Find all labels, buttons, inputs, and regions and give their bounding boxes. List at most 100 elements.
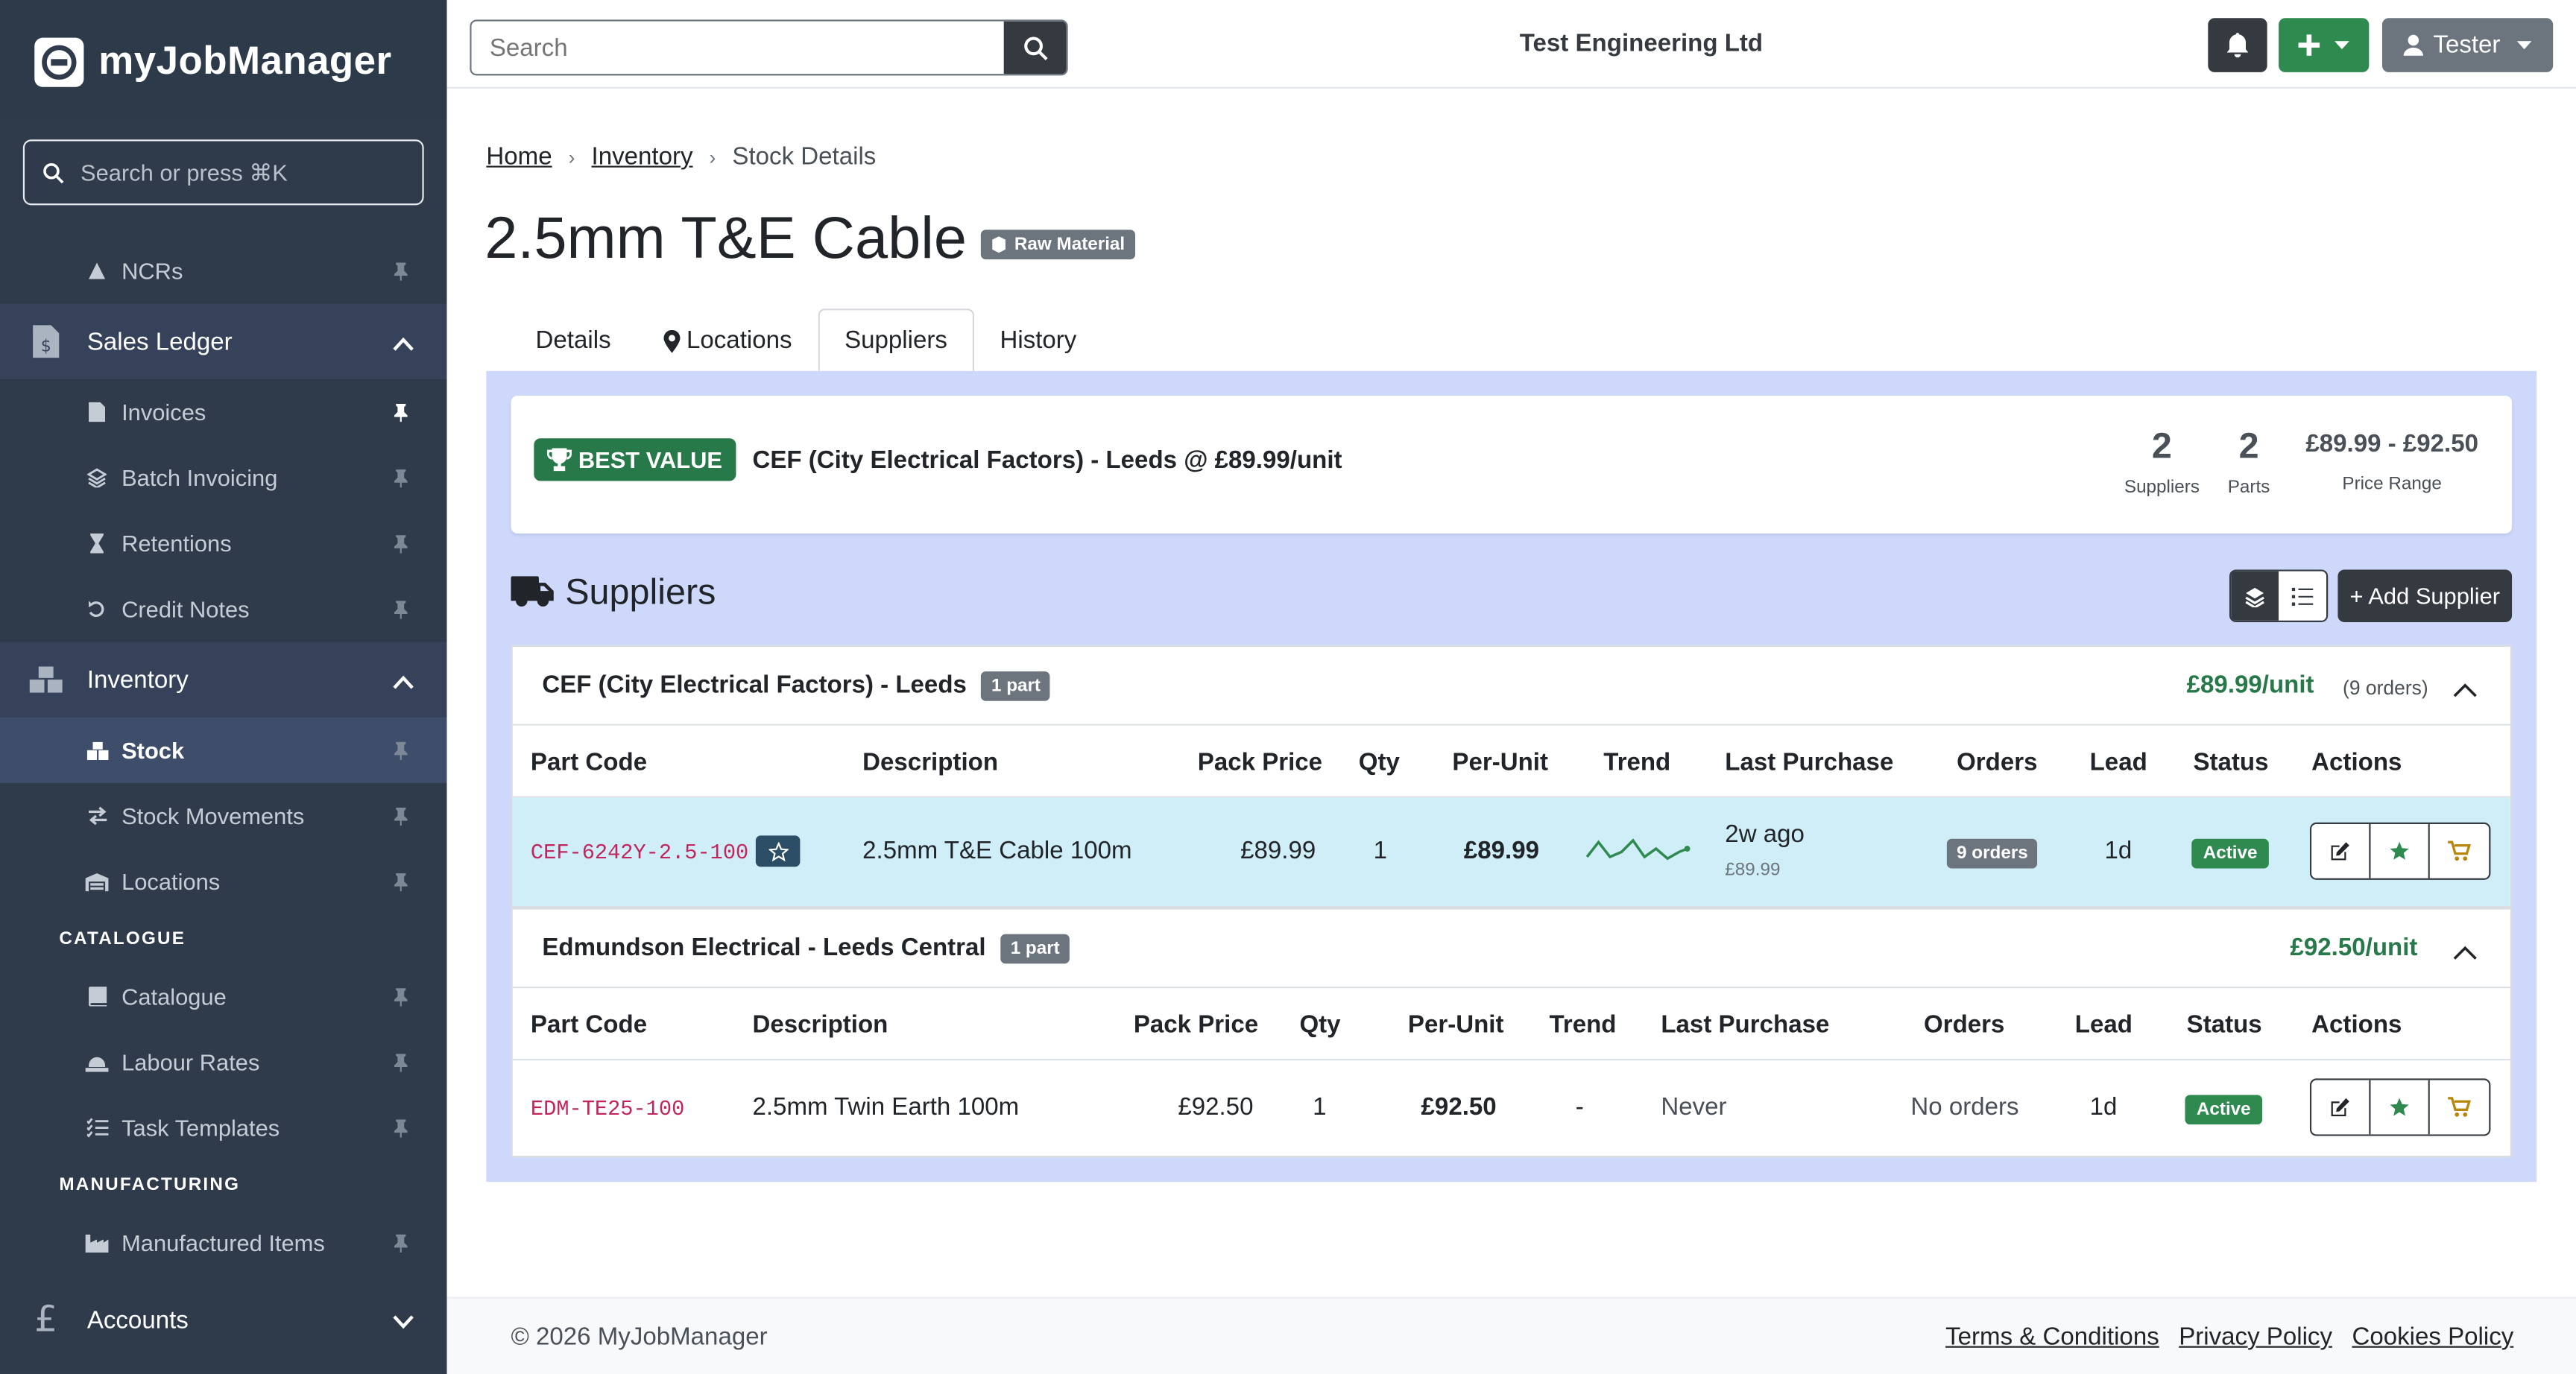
last-purchase-price: £89.99 (1725, 860, 1781, 880)
sidebar-item-label: Task Templates (121, 1114, 280, 1142)
table-row: EDM-TE25-100 2.5mm Twin Earth 100m £92.5… (513, 1060, 2510, 1156)
sidebar-group-accounts[interactable]: £ Accounts (0, 1282, 447, 1358)
tab-suppliers[interactable]: Suppliers (818, 308, 974, 371)
supplier-card: CEF (City Electrical Factors) - Leeds 1 p… (511, 645, 2513, 908)
star-icon (2390, 841, 2409, 860)
pin-icon[interactable] (393, 1051, 409, 1077)
sidebar-item-retentions[interactable]: Retentions (0, 510, 447, 576)
list-view-button[interactable] (2279, 571, 2327, 621)
hard-hat-icon (85, 1053, 109, 1071)
warning-icon (86, 261, 109, 280)
pin-icon[interactable] (393, 259, 409, 285)
pin-icon[interactable] (393, 598, 409, 624)
column-header: Pack Price (1197, 748, 1323, 777)
sidebar-item-manufactured-items[interactable]: Manufactured Items (0, 1210, 447, 1276)
supplier-card-header[interactable]: CEF (City Electrical Factors) - Leeds 1 p… (512, 647, 2510, 726)
order-button[interactable] (2429, 823, 2490, 878)
stat-suppliers-label: Suppliers (2124, 478, 2200, 498)
breadcrumb-home[interactable]: Home (486, 143, 552, 171)
pin-icon[interactable] (393, 738, 409, 764)
sidebar-item-ncrs[interactable]: NCRs (0, 238, 447, 303)
column-header: Qty (1299, 1011, 1341, 1039)
breadcrumb-inventory[interactable]: Inventory (592, 143, 693, 171)
sidebar-item-invoices[interactable]: Invoices (0, 379, 447, 445)
chevron-up-icon[interactable] (2453, 677, 2478, 706)
page-header: 2.5mm T&E Cable Raw Material (484, 203, 1135, 273)
parts-count-badge: 1 part (1000, 934, 1070, 964)
stat-suppliers: 2 Suppliers (2124, 425, 2200, 498)
tab-locations[interactable]: Locations (637, 308, 818, 371)
caret-down-icon (2516, 39, 2532, 48)
global-search-input[interactable] (471, 21, 1004, 75)
pin-icon[interactable] (393, 1116, 409, 1142)
supplier-summary-card: BEST VALUE CEF (City Electrical Factors)… (511, 395, 2513, 534)
sidebar-item-credit-notes[interactable]: Credit Notes (0, 576, 447, 642)
pin-icon[interactable] (393, 870, 409, 896)
sidebar-item-catalogue[interactable]: Catalogue (0, 963, 447, 1029)
sidebar-item-batch-invoicing[interactable]: Batch Invoicing (0, 445, 447, 510)
sidebar-item-label: Stock Movements (121, 802, 305, 829)
quantity: 1 (1313, 1093, 1327, 1121)
sidebar-item-labour-rates[interactable]: Labour Rates (0, 1029, 447, 1095)
sidebar-section-catalogue: CATALOGUE (59, 928, 186, 949)
pin-icon[interactable] (393, 532, 409, 558)
orders-badge[interactable]: 9 orders (1946, 838, 2039, 869)
plus-icon (2298, 34, 2320, 56)
layers-icon (86, 468, 109, 488)
sidebar-item-task-templates[interactable]: Task Templates (0, 1095, 447, 1160)
edit-button[interactable] (2311, 1080, 2371, 1135)
supplier-card: Edmundson Electrical - Leeds Central 1 pa… (511, 908, 2513, 1158)
edit-button[interactable] (2311, 823, 2371, 878)
search-button[interactable] (1003, 21, 1067, 75)
pin-icon[interactable] (393, 466, 409, 493)
cart-icon (2448, 840, 2471, 861)
item-type-label: Raw Material (1014, 235, 1126, 255)
terms-link[interactable]: Terms & Conditions (1945, 1323, 2159, 1351)
svg-text:$: $ (41, 337, 51, 355)
sidebar-item-stock[interactable]: Stock (0, 717, 447, 783)
part-code: EDM-TE25-100 (530, 1096, 685, 1121)
sidebar-item-locations[interactable]: Locations (0, 849, 447, 914)
create-new-button[interactable] (2279, 18, 2370, 72)
stat-parts-label: Parts (2227, 478, 2270, 498)
pin-icon[interactable] (393, 805, 409, 831)
supplier-card-header[interactable]: Edmundson Electrical - Leeds Central 1 pa… (512, 910, 2510, 989)
preferred-star-button[interactable] (755, 835, 801, 867)
user-menu-button[interactable]: Tester (2381, 18, 2554, 72)
sidebar-item-label: Retentions (121, 530, 232, 557)
tab-details[interactable]: Details (509, 308, 637, 371)
supplier-name-text: Edmundson Electrical - Leeds Central (542, 934, 986, 963)
add-supplier-button[interactable]: + Add Supplier (2337, 569, 2513, 622)
column-header: Per-Unit (1452, 748, 1549, 777)
column-header: Status (2193, 748, 2269, 777)
brand[interactable]: myJobManager (0, 0, 447, 124)
app-logo-icon (34, 37, 84, 86)
order-button[interactable] (2429, 1080, 2490, 1135)
tab-history[interactable]: History (973, 308, 1102, 371)
sidebar-group-label: Sales Ledger (86, 327, 233, 355)
stat-price-range-value: £89.99 - £92.50 (2305, 430, 2478, 458)
pin-icon[interactable] (393, 401, 409, 427)
sidebar-group-sales-ledger[interactable]: $ Sales Ledger (0, 303, 447, 379)
set-preferred-button[interactable] (2370, 1080, 2430, 1135)
grouped-view-button[interactable] (2231, 571, 2279, 621)
row-actions (2309, 822, 2491, 880)
pin-icon[interactable] (393, 985, 409, 1011)
supplier-name: Edmundson Electrical - Leeds Central 1 pa… (542, 934, 1070, 964)
privacy-link[interactable]: Privacy Policy (2179, 1323, 2332, 1351)
caret-down-icon (2334, 39, 2349, 48)
row-actions (2309, 1078, 2491, 1136)
hourglass-icon (86, 534, 109, 554)
sidebar-group-inventory[interactable]: Inventory (0, 642, 447, 718)
sidebar-item-stock-movements[interactable]: Stock Movements (0, 783, 447, 849)
table-header: Part Code Description Pack Price Qty Per… (512, 726, 2510, 798)
notifications-button[interactable] (2208, 18, 2267, 72)
cookies-link[interactable]: Cookies Policy (2352, 1323, 2513, 1351)
chevron-up-icon[interactable] (2453, 939, 2478, 969)
set-preferred-button[interactable] (2370, 823, 2430, 878)
book-icon (86, 987, 109, 1007)
sidebar-search-input[interactable]: Search or press ⌘K (22, 139, 424, 206)
pin-icon[interactable] (393, 1231, 409, 1257)
box-icon (993, 236, 1006, 253)
orders-text: No orders (1910, 1093, 2019, 1121)
